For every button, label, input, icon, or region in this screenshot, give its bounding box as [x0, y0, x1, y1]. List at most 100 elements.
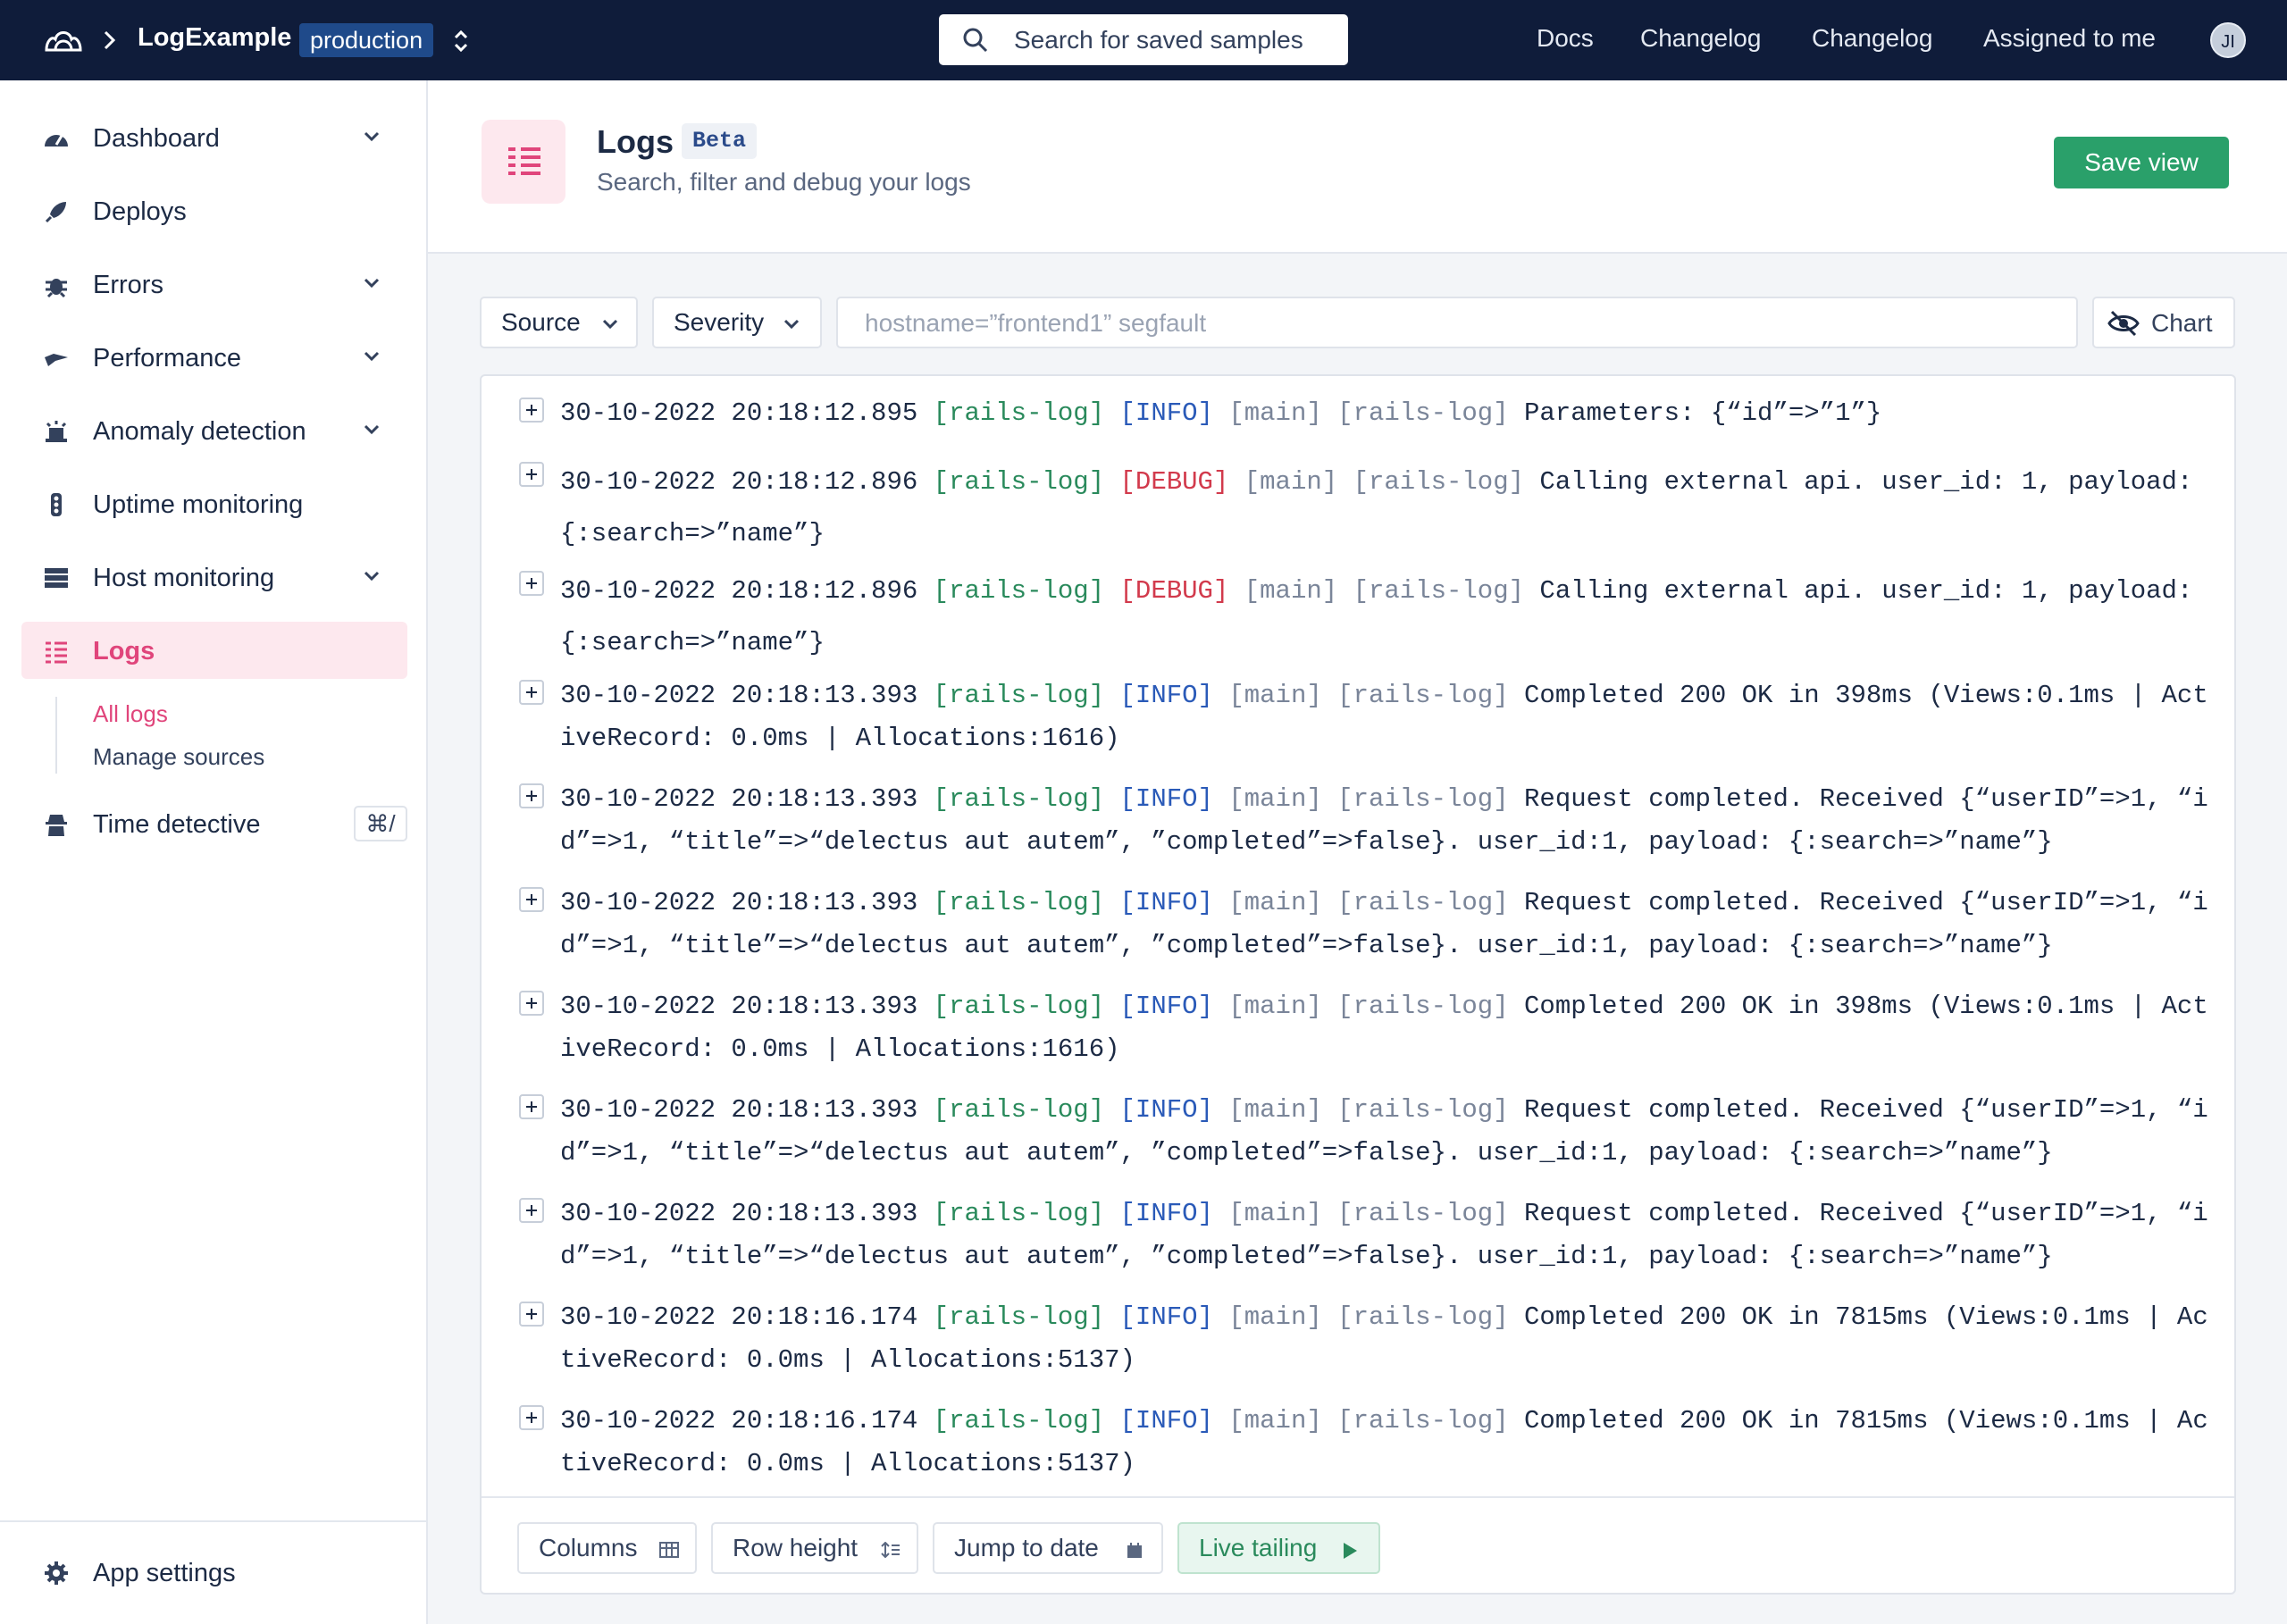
sidebar-item-dashboard[interactable]: Dashboard: [21, 109, 407, 166]
sidebar-item-app-settings[interactable]: App settings: [21, 1544, 407, 1601]
row-height-button[interactable]: Row height: [711, 1522, 918, 1574]
nav-assigned-to-me[interactable]: Assigned to me: [1983, 24, 2156, 53]
log-level: [INFO]: [1119, 1199, 1213, 1228]
sidebar-item-logs[interactable]: Logs: [21, 622, 407, 679]
expand-row-icon[interactable]: [519, 462, 544, 487]
source-filter-button[interactable]: Source: [480, 297, 638, 348]
nav-changelog[interactable]: Changelog: [1640, 24, 1761, 53]
log-footer-divider: [482, 1496, 2234, 1498]
sidebar-item-label: Dashboard: [93, 124, 220, 153]
log-source: [rails-log]: [933, 681, 1105, 710]
log-row[interactable]: 30-10-2022 20:18:13.393 [rails-log] [INF…: [482, 982, 2234, 1075]
environment-badge[interactable]: production: [299, 23, 434, 57]
appsignal-logo-icon[interactable]: [43, 21, 84, 59]
log-source: [rails-log]: [933, 992, 1105, 1021]
breadcrumb-chevron-icon: [104, 30, 116, 50]
columns-button[interactable]: Columns: [517, 1522, 697, 1574]
log-row[interactable]: 30-10-2022 20:18:16.174 [rails-log] [INF…: [482, 1293, 2234, 1385]
server-icon: [45, 568, 68, 588]
sidebar-item-label: Time detective: [93, 810, 261, 839]
saved-samples-search[interactable]: Search for saved samples: [939, 14, 1348, 65]
log-source: [rails-log]: [933, 888, 1105, 917]
log-source: [rails-log]: [933, 1302, 1105, 1332]
sidebar-item-errors[interactable]: Errors: [21, 255, 407, 313]
source-filter-label: Source: [501, 308, 581, 336]
log-message: 30-10-2022 20:18:13.393 [rails-log] [INF…: [560, 1193, 2222, 1278]
save-view-button[interactable]: Save view: [2054, 137, 2229, 188]
chevron-down-icon[interactable]: [363, 570, 381, 582]
log-level: [INFO]: [1119, 784, 1213, 814]
expand-row-icon[interactable]: [519, 1198, 544, 1223]
sidebar-item-label: App settings: [93, 1559, 236, 1587]
log-tag: [rails-log]: [1353, 467, 1525, 497]
log-row[interactable]: 30-10-2022 20:18:12.896 [rails-log] [DEB…: [482, 453, 2234, 551]
log-row[interactable]: 30-10-2022 20:18:13.393 [rails-log] [INF…: [482, 1189, 2234, 1282]
sidebar-item-host-monitoring[interactable]: Host monitoring: [21, 548, 407, 606]
chevron-down-icon[interactable]: [363, 277, 381, 289]
log-thread: [main]: [1228, 784, 1322, 814]
chevron-down-icon[interactable]: [363, 423, 381, 436]
expand-row-icon[interactable]: [519, 887, 544, 912]
log-tag: [rails-log]: [1337, 1199, 1509, 1228]
chevron-down-icon[interactable]: [363, 130, 381, 143]
top-bar: LogExample production Search for saved s…: [0, 0, 2287, 80]
row-height-label: Row height: [733, 1534, 859, 1561]
log-tag: [rails-log]: [1353, 576, 1525, 606]
calendar-icon: [1127, 1543, 1142, 1558]
environment-switch-icon[interactable]: [449, 27, 473, 55]
log-row[interactable]: 30-10-2022 20:18:13.393 [rails-log] [INF…: [482, 774, 2234, 867]
log-message: 30-10-2022 20:18:12.896 [rails-log] [DEB…: [560, 565, 2222, 669]
subnav-manage-sources[interactable]: Manage sources: [93, 743, 264, 771]
severity-filter-button[interactable]: Severity: [652, 297, 822, 348]
log-row[interactable]: 30-10-2022 20:18:13.393 [rails-log] [INF…: [482, 1085, 2234, 1178]
avatar[interactable]: JI: [2210, 22, 2246, 58]
log-row[interactable]: 30-10-2022 20:18:12.895 [rails-log] [INF…: [482, 389, 2234, 428]
performance-icon: [45, 354, 68, 366]
expand-row-icon[interactable]: [519, 398, 544, 423]
log-row[interactable]: 30-10-2022 20:18:13.393 [rails-log] [INF…: [482, 878, 2234, 971]
log-tag: [rails-log]: [1337, 888, 1509, 917]
log-source: [rails-log]: [933, 1199, 1105, 1228]
expand-row-icon[interactable]: [519, 991, 544, 1016]
log-tag: [rails-log]: [1337, 784, 1509, 814]
log-panel: 30-10-2022 20:18:12.895 [rails-log] [INF…: [480, 374, 2236, 1595]
nav-docs[interactable]: Docs: [1537, 24, 1594, 53]
expand-row-icon[interactable]: [519, 1405, 544, 1430]
sidebar-item-uptime-monitoring[interactable]: Uptime monitoring: [21, 475, 407, 532]
query-placeholder: hostname=”frontend1” segfault: [865, 309, 1207, 337]
log-thread: [main]: [1244, 576, 1338, 606]
chevron-down-icon[interactable]: [363, 350, 381, 363]
sidebar-item-anomaly-detection[interactable]: Anomaly detection: [21, 402, 407, 459]
subnav-all-logs[interactable]: All logs: [93, 700, 168, 728]
log-body: Parameters: {“id”=>”1”}: [1524, 398, 1882, 428]
log-source: [rails-log]: [933, 784, 1105, 814]
jump-to-date-button[interactable]: Jump to date: [933, 1522, 1163, 1574]
log-tag: [rails-log]: [1337, 992, 1509, 1021]
expand-row-icon[interactable]: [519, 1094, 544, 1119]
sidebar: Dashboard Deploys Errors Performance Ano…: [0, 80, 428, 1624]
page-subtitle: Search, filter and debug your logs: [597, 168, 971, 196]
sidebar-item-performance[interactable]: Performance: [21, 329, 407, 386]
page-header: Logs Beta Search, filter and debug your …: [428, 80, 2287, 254]
log-row[interactable]: 30-10-2022 20:18:13.393 [rails-log] [INF…: [482, 671, 2234, 764]
sidebar-item-label: Anomaly detection: [93, 417, 306, 446]
nav-changelog-2[interactable]: Changelog: [1812, 24, 1932, 53]
logs-header-icon: [482, 120, 565, 204]
live-tailing-button[interactable]: Live tailing: [1177, 1522, 1380, 1574]
log-thread: [main]: [1228, 888, 1322, 917]
expand-row-icon[interactable]: [519, 1302, 544, 1327]
sidebar-item-deploys[interactable]: Deploys: [21, 182, 407, 239]
chart-toggle-button[interactable]: Chart: [2092, 297, 2235, 348]
log-tag: [rails-log]: [1337, 681, 1509, 710]
log-row[interactable]: 30-10-2022 20:18:16.174 [rails-log] [INF…: [482, 1396, 2234, 1489]
expand-row-icon[interactable]: [519, 571, 544, 596]
expand-row-icon[interactable]: [519, 783, 544, 808]
log-query-input[interactable]: hostname=”frontend1” segfault: [836, 297, 2078, 348]
expand-row-icon[interactable]: [519, 680, 544, 705]
sidebar-item-time-detective[interactable]: Time detective ⌘/: [21, 795, 407, 852]
jump-to-date-label: Jump to date: [954, 1534, 1099, 1561]
page-title: Logs: [597, 123, 674, 160]
log-row[interactable]: 30-10-2022 20:18:12.896 [rails-log] [DEB…: [482, 562, 2234, 660]
app-name[interactable]: LogExample: [138, 23, 291, 53]
log-message: 30-10-2022 20:18:13.393 [rails-log] [INF…: [560, 985, 2222, 1071]
